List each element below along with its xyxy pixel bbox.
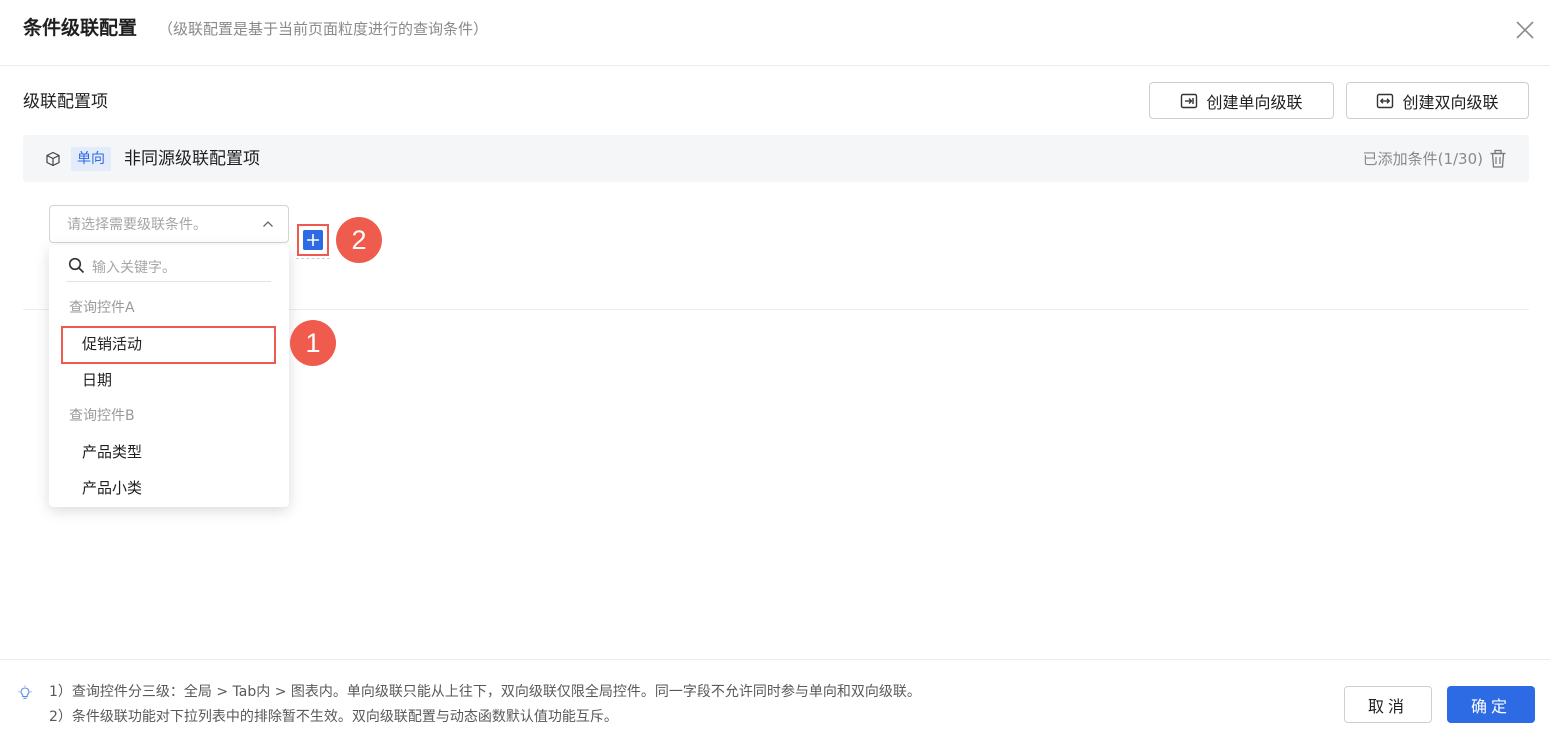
create-single-cascade-label: 创建单向级联 <box>1206 92 1303 112</box>
create-single-cascade-button[interactable]: 创建单向级联 <box>1149 82 1334 119</box>
condition-select[interactable]: 请选择需要级联条件。 <box>49 205 289 243</box>
dropdown-option-date[interactable]: 日期 <box>82 369 112 391</box>
double-arrow-icon <box>1377 93 1394 108</box>
footer-note-2: 2）条件级联功能对下拉列表中的排除暂不生效。双向级联配置与动态函数默认值功能互斥… <box>49 709 618 725</box>
dropdown-search <box>66 252 271 282</box>
search-icon <box>68 257 85 274</box>
dialog-footer: 1）查询控件分三级：全局 > Tab内 > 图表内。单向级联只能从上往下，双向级… <box>0 659 1550 744</box>
cancel-button[interactable]: 取消 <box>1344 686 1432 723</box>
dropdown-option-product-subtype[interactable]: 产品小类 <box>82 477 142 499</box>
condition-count: 已添加条件(1/30) <box>1362 150 1483 168</box>
create-double-cascade-label: 创建双向级联 <box>1402 92 1499 112</box>
section-label: 级联配置项 <box>23 92 108 112</box>
dialog-subtitle: （级联配置是基于当前页面粒度进行的查询条件） <box>158 20 489 38</box>
lightbulb-icon <box>18 685 32 699</box>
dialog-header: 条件级联配置 （级联配置是基于当前页面粒度进行的查询条件） <box>0 0 1550 66</box>
close-icon[interactable] <box>1512 17 1538 43</box>
cascade-type-tag: 单向 <box>71 147 111 171</box>
trash-icon[interactable] <box>1489 149 1507 169</box>
dropdown-group-b: 查询控件B <box>69 408 135 424</box>
create-double-cascade-button[interactable]: 创建双向级联 <box>1346 82 1529 119</box>
cube-icon <box>46 151 60 167</box>
dropdown-option-product-type[interactable]: 产品类型 <box>82 441 142 463</box>
footer-note-1: 1）查询控件分三级：全局 > Tab内 > 图表内。单向级联只能从上往下，双向级… <box>49 684 921 700</box>
cascade-item-row[interactable]: 单向 非同源级联配置项 已添加条件(1/30) <box>23 135 1529 182</box>
dropdown-search-input[interactable] <box>92 257 267 279</box>
add-condition-highlight <box>297 224 329 256</box>
dropdown-group-a: 查询控件A <box>69 300 135 316</box>
dialog-title: 条件级联配置 <box>23 17 138 39</box>
condition-select-placeholder: 请选择需要级联条件。 <box>67 217 207 233</box>
confirm-button[interactable]: 确定 <box>1447 686 1535 723</box>
annotation-badge-1: 1 <box>290 320 336 366</box>
chevron-up-icon <box>263 221 273 227</box>
dropdown-option-promo[interactable]: 促销活动 <box>82 333 142 355</box>
annotation-badge-2: 2 <box>336 217 382 263</box>
plus-icon[interactable] <box>303 230 323 250</box>
cascade-item-name: 非同源级联配置项 <box>124 149 260 169</box>
connector-line <box>296 258 330 259</box>
arrow-right-to-bar-icon <box>1181 93 1198 108</box>
condition-dropdown: 查询控件A 促销活动 日期 查询控件B 产品类型 产品小类 <box>49 245 289 507</box>
